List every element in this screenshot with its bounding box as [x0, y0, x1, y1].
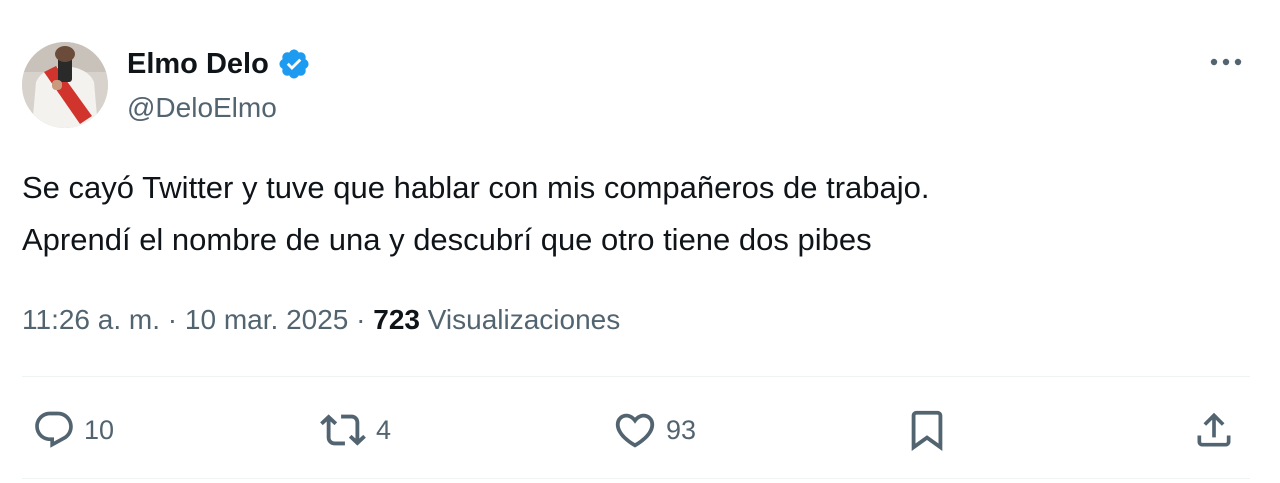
meta-separator: · [356, 304, 366, 335]
like-button[interactable]: 93 [612, 400, 696, 460]
share-button[interactable] [1192, 400, 1236, 460]
like-count: 93 [666, 414, 697, 445]
tweet-text: Se cayó Twitter y tuve que hablar con mi… [22, 162, 1252, 266]
tweet-date[interactable]: 10 mar. 2025 [185, 304, 348, 335]
tweet-text-line: Aprendí el nombre de una y descubrí que … [22, 222, 872, 257]
author-name-row[interactable]: Elmo Delo [127, 44, 311, 84]
more-icon [1210, 58, 1242, 66]
views-label[interactable]: Visualizaciones [428, 304, 621, 335]
author-display-name[interactable]: Elmo Delo [127, 44, 269, 84]
retweet-icon [320, 414, 366, 446]
reply-button[interactable]: 10 [32, 400, 114, 460]
meta-separator: · [167, 304, 178, 335]
like-icon [615, 413, 655, 448]
retweet-button[interactable]: 4 [318, 400, 391, 460]
share-icon [1197, 412, 1231, 447]
bookmark-button[interactable] [904, 400, 950, 460]
divider [22, 376, 1250, 377]
bookmark-icon [911, 410, 943, 451]
author-handle[interactable]: @DeloElmo [127, 88, 277, 128]
views-count[interactable]: 723 [373, 304, 420, 335]
tweet-actions-bar: 10 4 93 [0, 400, 1280, 460]
avatar[interactable] [22, 42, 108, 128]
tweet-time[interactable]: 11:26 a. m. [22, 304, 160, 335]
verified-badge-icon [277, 47, 311, 81]
tweet-text-line: Se cayó Twitter y tuve que hablar con mi… [22, 170, 930, 205]
more-options-button[interactable] [1206, 44, 1246, 80]
reply-count: 10 [84, 414, 115, 445]
reply-icon [35, 411, 73, 448]
avatar-image [22, 42, 108, 128]
divider [22, 478, 1250, 479]
retweet-count: 4 [376, 414, 392, 445]
tweet-meta: 11:26 a. m. · 10 mar. 2025 · 723 Visuali… [22, 300, 620, 340]
